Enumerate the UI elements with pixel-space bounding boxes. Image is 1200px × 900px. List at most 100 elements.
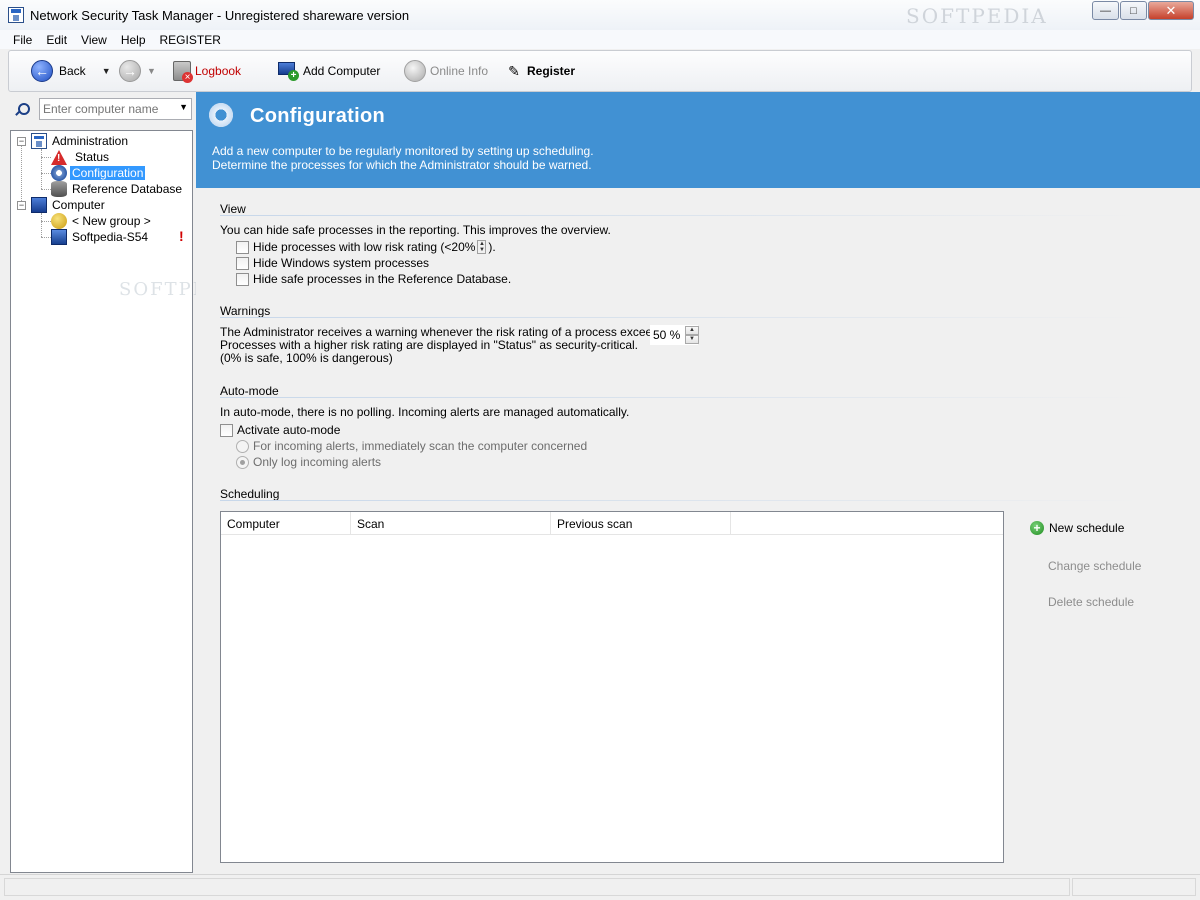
hide-safe-label: Hide safe processes in the Reference Dat… xyxy=(253,272,512,286)
forward-arrow-icon: → xyxy=(119,60,141,82)
column-header-computer[interactable]: Computer xyxy=(221,512,351,535)
tree-item-label: Configuration xyxy=(70,166,146,180)
back-dropdown-icon[interactable]: ▼ xyxy=(102,66,111,76)
status-bar xyxy=(0,874,1200,900)
low-risk-spinner[interactable]: ▲ ▼ xyxy=(477,240,487,254)
description-line: Add a new computer to be regularly monit… xyxy=(212,144,594,158)
column-header-previous-scan[interactable]: Previous scan xyxy=(551,512,731,535)
scan-immediately-radio[interactable] xyxy=(236,439,249,453)
tree-item-label: Administration xyxy=(52,134,129,148)
toolbar: ← Back ▼ → ▼ Logbook + Add Computer Onli… xyxy=(8,50,1192,92)
view-section-title: View xyxy=(220,202,246,216)
alert-icon: ! xyxy=(179,228,184,244)
chevron-down-icon[interactable]: ▼ xyxy=(179,102,188,112)
schedule-table[interactable]: Computer Scan Previous scan xyxy=(220,511,1004,863)
status-pane-main xyxy=(4,878,1070,896)
hide-low-risk-row: Hide processes with low risk rating (<20… xyxy=(236,240,496,254)
maximize-button[interactable]: □ xyxy=(1120,1,1147,20)
app-icon xyxy=(8,7,24,23)
tree-item-computer[interactable]: Computer xyxy=(31,197,107,213)
forward-button[interactable]: → ▼ xyxy=(119,57,156,85)
computer-name-input[interactable] xyxy=(40,102,170,116)
spin-up-icon[interactable]: ▲ xyxy=(685,326,699,335)
computer-name-combo[interactable]: ▼ xyxy=(39,98,192,120)
logbook-label: Logbook xyxy=(195,64,242,78)
collapse-administration-icon[interactable]: − xyxy=(17,137,26,146)
tree-item-label: Softpedia-S54 xyxy=(72,230,149,244)
register-button[interactable]: ✎ Register xyxy=(505,57,575,85)
hide-low-risk-suffix: ). xyxy=(488,240,496,254)
tree-line xyxy=(41,149,42,189)
menu-edit[interactable]: Edit xyxy=(39,33,74,47)
tree-item-new-group[interactable]: < New group > xyxy=(51,213,153,229)
tree-item-host[interactable]: Softpedia-S54 xyxy=(51,229,150,245)
logbook-button[interactable]: Logbook xyxy=(173,57,241,85)
activate-automode-label: Activate auto-mode xyxy=(237,423,341,437)
page-title: Configuration xyxy=(250,105,385,127)
tree-item-label: < New group > xyxy=(72,214,151,228)
online-info-button[interactable]: Online Info xyxy=(404,57,488,85)
delete-schedule-button[interactable]: Delete schedule xyxy=(1048,595,1134,609)
add-computer-icon: + xyxy=(277,61,299,81)
section-divider xyxy=(220,215,1146,216)
hide-low-risk-checkbox[interactable] xyxy=(236,240,249,254)
configuration-panel: View You can hide safe processes in the … xyxy=(196,188,1200,872)
change-schedule-button[interactable]: Change schedule xyxy=(1048,559,1141,573)
scheduling-section-title: Scheduling xyxy=(220,487,280,501)
minimize-button[interactable]: — xyxy=(1092,1,1119,20)
tree-item-administration[interactable]: Administration xyxy=(31,133,130,149)
tree-item-status[interactable]: Status xyxy=(51,149,111,165)
new-schedule-button[interactable]: + New schedule xyxy=(1030,521,1124,535)
tree-line xyxy=(41,189,51,190)
column-header-scan[interactable]: Scan xyxy=(351,512,551,535)
activate-automode-checkbox[interactable] xyxy=(220,423,233,437)
schedule-table-header: Computer Scan Previous scan xyxy=(221,512,1003,535)
back-button[interactable]: ← Back ▼ xyxy=(31,57,111,85)
menu-register[interactable]: REGISTER xyxy=(153,33,228,47)
back-label: Back xyxy=(59,64,86,78)
view-intro: You can hide safe processes in the repor… xyxy=(220,223,611,237)
gear-icon xyxy=(51,165,67,181)
add-computer-label: Add Computer xyxy=(303,64,381,78)
logbook-icon xyxy=(173,61,193,83)
tree-item-label: Status xyxy=(75,150,110,164)
scan-immediately-label: For incoming alerts, immediately scan th… xyxy=(253,439,588,453)
tree-line xyxy=(41,221,51,222)
tree-item-reference-database[interactable]: Reference Database xyxy=(51,181,184,197)
gear-icon xyxy=(205,102,237,128)
menu-help[interactable]: Help xyxy=(114,33,153,47)
administration-icon xyxy=(31,133,47,149)
tree-item-configuration[interactable]: Configuration xyxy=(51,165,146,181)
online-info-label: Online Info xyxy=(430,64,489,78)
menu-file[interactable]: File xyxy=(6,33,39,47)
section-divider xyxy=(220,397,1146,398)
watermark-text: SOFTPEDIA xyxy=(906,4,1048,28)
register-label: Register xyxy=(527,64,576,78)
register-icon: ✎ xyxy=(508,62,520,79)
tree-line xyxy=(41,237,51,238)
spin-down-icon[interactable]: ▼ xyxy=(685,335,699,344)
tree-line xyxy=(41,157,51,158)
status-pane-secondary xyxy=(1072,878,1196,896)
hide-windows-row: Hide Windows system processes xyxy=(236,256,429,270)
search-row: ▼ xyxy=(10,98,192,122)
menu-view[interactable]: View xyxy=(74,33,114,47)
search-icon[interactable] xyxy=(14,103,30,117)
online-info-icon xyxy=(404,60,426,82)
collapse-computer-icon[interactable]: − xyxy=(17,201,26,210)
back-arrow-icon: ← xyxy=(31,60,53,82)
risk-threshold-spinner[interactable]: ▲ ▼ xyxy=(685,326,699,344)
hide-safe-checkbox[interactable] xyxy=(236,272,249,286)
only-log-radio[interactable] xyxy=(236,455,249,469)
title-bar: Network Security Task Manager - Unregist… xyxy=(0,0,1200,30)
warnings-section-title: Warnings xyxy=(220,304,271,318)
forward-dropdown-icon[interactable]: ▼ xyxy=(147,66,156,76)
group-icon xyxy=(51,213,67,229)
close-button[interactable]: ✕ xyxy=(1148,1,1194,20)
add-computer-button[interactable]: + Add Computer xyxy=(277,57,380,85)
tree-line xyxy=(41,213,42,237)
add-icon: + xyxy=(1030,521,1044,535)
hide-windows-checkbox[interactable] xyxy=(236,256,249,270)
page-description: Add a new computer to be regularly monit… xyxy=(212,144,594,172)
automode-intro: In auto-mode, there is no polling. Incom… xyxy=(220,405,630,419)
